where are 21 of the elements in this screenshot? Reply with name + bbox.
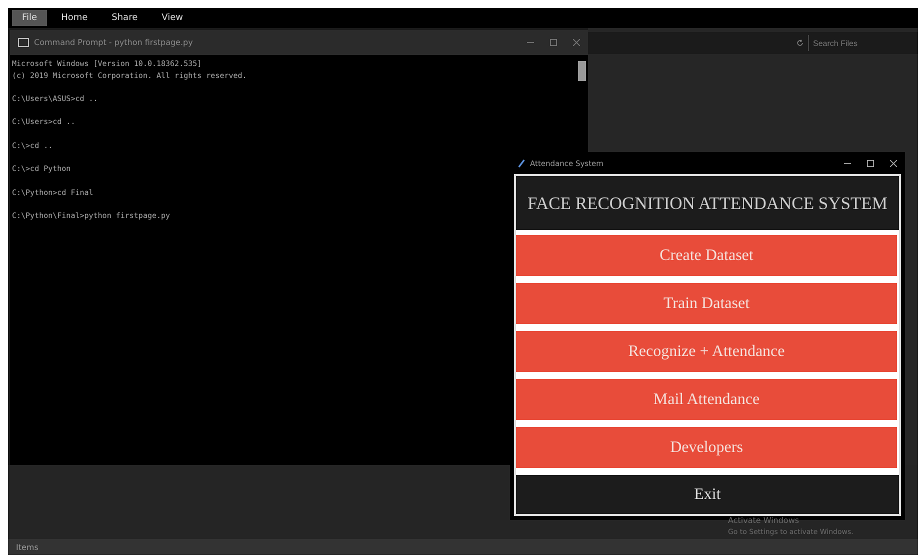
menu-button[interactable]: Mail Attendance <box>516 379 897 420</box>
window-title: Command Prompt - python firstpage.py <box>34 38 194 47</box>
menu-tab[interactable]: Home <box>51 10 98 26</box>
feather-icon <box>518 158 525 168</box>
scrollbar[interactable] <box>578 61 586 81</box>
menu-tab[interactable]: Share <box>102 10 148 26</box>
exit-button[interactable]: Exit <box>516 475 899 514</box>
status-text: Items <box>16 542 38 552</box>
menu-button[interactable]: Developers <box>516 427 897 468</box>
menu-button[interactable]: Recognize + Attendance <box>516 331 897 372</box>
maximize-icon[interactable] <box>867 160 874 166</box>
minimize-icon[interactable] <box>527 39 534 46</box>
close-icon[interactable] <box>890 160 897 166</box>
terminal-icon <box>18 38 29 47</box>
activation-title: Activate Windows <box>728 516 800 525</box>
menu-tab[interactable]: File <box>12 10 48 26</box>
menu-button[interactable]: Train Dataset <box>516 283 897 324</box>
menu-button[interactable]: Create Dataset <box>516 235 897 276</box>
app-heading: FACE RECOGNITION ATTENDANCE SYSTEM <box>516 176 899 230</box>
menu-tab[interactable]: View <box>152 10 193 26</box>
refresh-icon[interactable] <box>796 39 804 47</box>
